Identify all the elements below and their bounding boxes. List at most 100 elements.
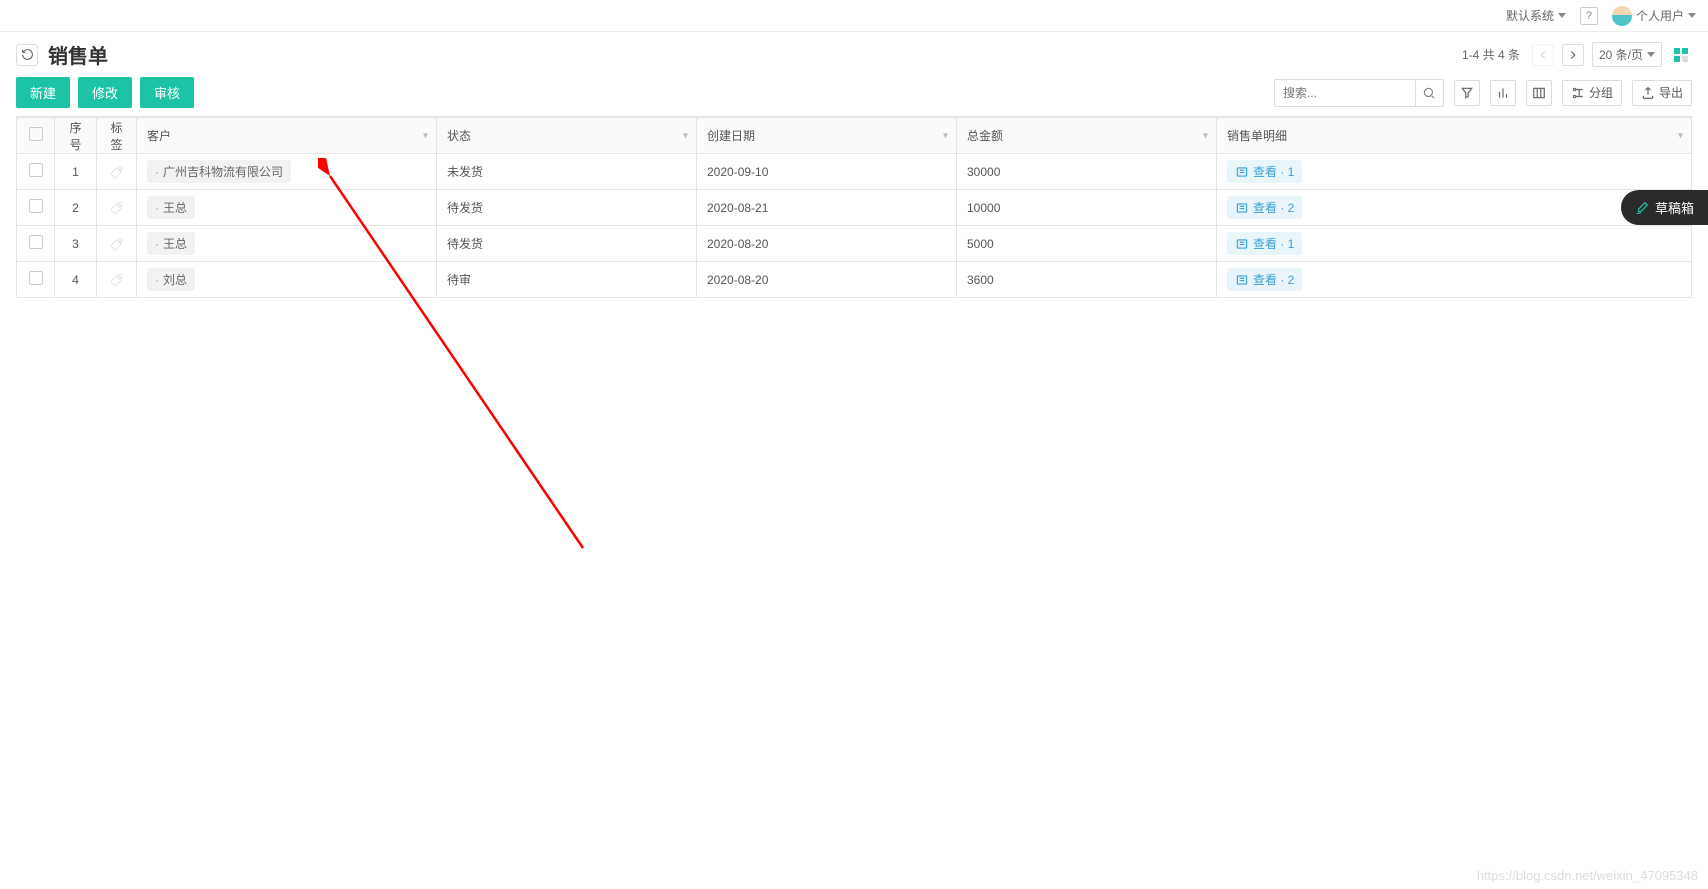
cell-customer: 刘总 [137, 262, 437, 298]
tag-icon: 🏷 [109, 272, 123, 287]
view-detail-button[interactable]: 查看 · 2 [1227, 268, 1302, 291]
tag-icon: 🏷 [109, 236, 123, 251]
checkbox-icon [29, 127, 43, 141]
export-icon [1641, 86, 1655, 100]
cell-tag[interactable]: 🏷 [97, 226, 137, 262]
th-detail[interactable]: 销售单明细▾ [1217, 118, 1692, 154]
th-date[interactable]: 创建日期▾ [697, 118, 957, 154]
chevron-down-icon [1688, 13, 1696, 18]
chevron-down-icon [1558, 13, 1566, 18]
filter-icon [1460, 86, 1474, 100]
cell-checkbox[interactable] [17, 190, 55, 226]
draft-label: 草稿箱 [1655, 198, 1694, 217]
checkbox-icon [29, 163, 43, 177]
cell-amount: 10000 [957, 190, 1217, 226]
cell-amount: 30000 [957, 154, 1217, 190]
search-input[interactable] [1275, 80, 1415, 106]
topbar: 默认系统 ? 个人用户 [0, 0, 1708, 32]
export-button[interactable]: 导出 [1632, 80, 1692, 106]
table-header-row: 序号 标签 客户▾ 状态▾ 创建日期▾ 总金额▾ 销售单明细▾ [17, 118, 1692, 154]
refresh-button[interactable] [16, 44, 38, 66]
cell-status: 待审 [437, 262, 697, 298]
filter-dropdown-icon: ▾ [683, 130, 688, 141]
cell-checkbox[interactable] [17, 226, 55, 262]
help-button[interactable]: ? [1580, 7, 1598, 25]
pager-prev[interactable] [1532, 44, 1554, 66]
toolbar-right: 分组 导出 [1274, 79, 1692, 107]
columns-button[interactable] [1526, 80, 1552, 106]
cell-status: 待发货 [437, 190, 697, 226]
cell-tag[interactable]: 🏷 [97, 190, 137, 226]
customer-chip[interactable]: 王总 [147, 232, 195, 255]
table-row[interactable]: 3 🏷 王总 待发货 2020-08-20 5000 查看 · 1 [17, 226, 1692, 262]
view-detail-button[interactable]: 查看 · 1 [1227, 160, 1302, 183]
cell-tag[interactable]: 🏷 [97, 262, 137, 298]
tag-icon: 🏷 [109, 200, 123, 215]
pager-summary: 1-4 共 4 条 [1462, 46, 1520, 63]
checkbox-icon [29, 235, 43, 249]
pager-next[interactable] [1562, 44, 1584, 66]
filter-dropdown-icon: ▾ [423, 130, 428, 141]
page-size-label: 20 条/页 [1599, 46, 1643, 63]
system-label: 默认系统 [1506, 7, 1554, 24]
system-selector[interactable]: 默认系统 [1506, 7, 1566, 24]
chart-button[interactable] [1490, 80, 1516, 106]
cell-status: 未发货 [437, 154, 697, 190]
group-icon [1571, 86, 1585, 100]
filter-button[interactable] [1454, 80, 1480, 106]
cell-seq: 4 [55, 262, 97, 298]
columns-icon [1532, 86, 1546, 100]
view-detail-button[interactable]: 查看 · 1 [1227, 232, 1302, 255]
customer-chip[interactable]: 王总 [147, 196, 195, 219]
new-button[interactable]: 新建 [16, 77, 70, 108]
table-row[interactable]: 2 🏷 王总 待发货 2020-08-21 10000 查看 · 2 [17, 190, 1692, 226]
draft-box-button[interactable]: 草稿箱 [1621, 190, 1708, 225]
table-row[interactable]: 1 🏷 广州吉科物流有限公司 未发货 2020-09-10 30000 查看 ·… [17, 154, 1692, 190]
grid-icon [1674, 48, 1688, 62]
cell-seq: 3 [55, 226, 97, 262]
checkbox-icon [29, 271, 43, 285]
view-toggle[interactable] [1670, 44, 1692, 66]
header-right: 1-4 共 4 条 20 条/页 [1462, 42, 1692, 67]
edit-button[interactable]: 修改 [78, 77, 132, 108]
cell-status: 待发货 [437, 226, 697, 262]
page-title: 销售单 [48, 40, 108, 69]
search-button[interactable] [1415, 80, 1443, 106]
cell-customer: 王总 [137, 190, 437, 226]
cell-seq: 1 [55, 154, 97, 190]
th-tag: 标签 [97, 118, 137, 154]
th-checkbox[interactable] [17, 118, 55, 154]
group-label: 分组 [1589, 84, 1613, 101]
page-size-selector[interactable]: 20 条/页 [1592, 42, 1662, 67]
cell-amount: 5000 [957, 226, 1217, 262]
filter-dropdown-icon: ▾ [1678, 130, 1683, 141]
filter-dropdown-icon: ▾ [943, 130, 948, 141]
edit-icon [1635, 201, 1649, 215]
search-wrap [1274, 79, 1444, 107]
toolbar: 新建 修改 审核 分组 导出 [0, 69, 1708, 116]
cell-checkbox[interactable] [17, 262, 55, 298]
tag-icon: 🏷 [109, 164, 123, 179]
chevron-right-icon [1566, 48, 1580, 62]
cell-checkbox[interactable] [17, 154, 55, 190]
chevron-down-icon [1647, 52, 1655, 57]
audit-button[interactable]: 审核 [140, 77, 194, 108]
th-seq: 序号 [55, 118, 97, 154]
group-button[interactable]: 分组 [1562, 80, 1622, 106]
th-status[interactable]: 状态▾ [437, 118, 697, 154]
cell-tag[interactable]: 🏷 [97, 154, 137, 190]
th-customer[interactable]: 客户▾ [137, 118, 437, 154]
cell-customer: 广州吉科物流有限公司 [137, 154, 437, 190]
user-menu[interactable]: 个人用户 [1612, 6, 1696, 26]
view-detail-button[interactable]: 查看 · 2 [1227, 196, 1302, 219]
customer-chip[interactable]: 广州吉科物流有限公司 [147, 160, 291, 183]
list-icon [1235, 201, 1249, 215]
chart-icon [1496, 86, 1510, 100]
export-label: 导出 [1659, 84, 1683, 101]
list-icon [1235, 237, 1249, 251]
customer-chip[interactable]: 刘总 [147, 268, 195, 291]
table-row[interactable]: 4 🏷 刘总 待审 2020-08-20 3600 查看 · 2 [17, 262, 1692, 298]
th-amount[interactable]: 总金额▾ [957, 118, 1217, 154]
cell-date: 2020-08-20 [697, 226, 957, 262]
cell-amount: 3600 [957, 262, 1217, 298]
